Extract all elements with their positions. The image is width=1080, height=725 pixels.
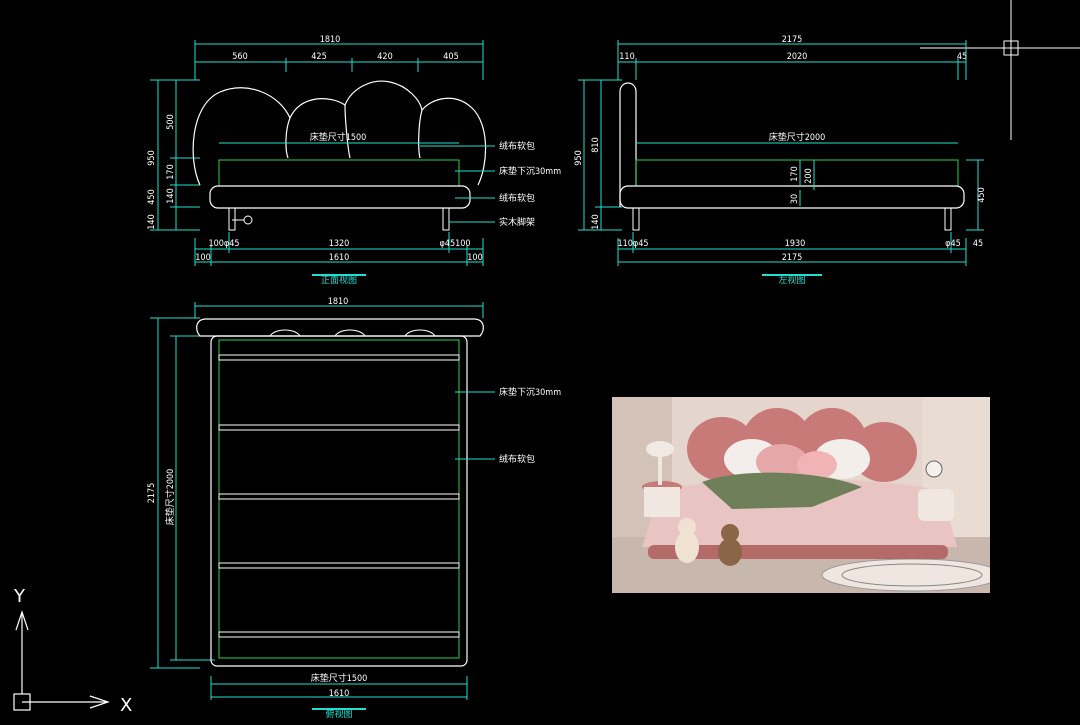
side-h-140: 140 — [591, 214, 601, 229]
front-seg-2: 425 — [311, 52, 326, 62]
top-label-fabric: 绒布软包 — [499, 453, 535, 465]
front-b2-left: 100 — [195, 253, 210, 263]
ucs-icon — [13, 610, 110, 711]
side-leg-left — [632, 207, 640, 231]
side-b2: 2175 — [782, 253, 803, 263]
side-view: 2175 110 2020 45 950 810 140 床垫尺寸2000 17… — [574, 35, 987, 286]
front-bottom-left: 100φ45 — [208, 239, 239, 249]
cad-drawing: 1810 560 425 420 405 950 500 170 450 140… — [13, 0, 1080, 720]
side-h-200: 200 — [804, 168, 814, 183]
side-bottom-mid: 1930 — [785, 239, 806, 249]
top-view: 1810 2175 床垫尺寸2000 床垫下沉30mm 绒布软包 床垫尺寸150… — [147, 297, 561, 720]
y-axis-label: Y — [13, 586, 26, 607]
front-height-140b: 140 — [147, 214, 157, 229]
top-bottom: 1610 — [329, 689, 350, 699]
side-total: 2175 — [782, 35, 803, 45]
side-leg-right — [944, 207, 952, 231]
side-h-450: 450 — [977, 187, 987, 202]
front-bottom-right: φ45100 — [439, 239, 470, 249]
side-h-30: 30 — [790, 194, 800, 204]
front-seg-4: 405 — [443, 52, 458, 62]
front-height-170: 170 — [166, 164, 176, 179]
front-mattress-label: 床垫尺寸1500 — [310, 131, 367, 143]
top-length: 2175 — [147, 483, 157, 504]
front-base — [209, 185, 471, 209]
side-bottom-right: φ45 — [945, 239, 961, 249]
front-b2-right: 100 — [467, 253, 482, 263]
front-mattress — [218, 159, 460, 187]
top-headboard — [196, 318, 484, 337]
side-h-170: 170 — [790, 166, 800, 181]
crosshair-cursor — [920, 0, 1080, 140]
bed-photo-illustration — [612, 397, 990, 593]
side-h-950: 950 — [574, 150, 584, 165]
side-seg-left: 110 — [619, 52, 634, 62]
top-label-sink: 床垫下沉30mm — [499, 386, 561, 398]
top-width: 1810 — [328, 297, 349, 307]
side-seg-right: 45 — [957, 52, 967, 62]
side-mattress-label: 床垫尺寸2000 — [769, 131, 826, 143]
front-height-140a: 140 — [166, 188, 176, 203]
bed-photo — [612, 397, 990, 593]
front-label-fabric-base: 绒布软包 — [499, 192, 535, 204]
front-width-total: 1810 — [320, 35, 341, 45]
front-label-fabric-top: 绒布软包 — [499, 140, 535, 152]
side-seg-mid: 2020 — [787, 52, 808, 62]
front-leg-right — [442, 207, 450, 231]
front-view: 1810 560 425 420 405 950 500 170 450 140… — [147, 35, 561, 286]
side-bottom-end: 45 — [973, 239, 983, 249]
front-seg-3: 420 — [377, 52, 392, 62]
front-b2-mid: 1610 — [329, 253, 350, 263]
top-frame — [210, 335, 468, 667]
x-axis-label: X — [120, 695, 132, 716]
front-height-500: 500 — [166, 114, 176, 129]
front-bottom-mid: 1320 — [329, 239, 350, 249]
front-height-450: 450 — [147, 189, 157, 204]
front-leg-left — [228, 207, 236, 231]
front-label-wood: 实木脚架 — [499, 216, 535, 228]
front-seg-1: 560 — [232, 52, 247, 62]
front-label-sink: 床垫下沉30mm — [499, 165, 561, 177]
side-bottom-left: 110φ45 — [617, 239, 648, 249]
front-height-total: 950 — [147, 150, 157, 165]
side-h-810: 810 — [591, 137, 601, 152]
top-mattress-width: 床垫尺寸1500 — [311, 672, 368, 684]
top-mattress-length: 床垫尺寸2000 — [164, 469, 176, 526]
top-slats — [218, 354, 460, 638]
